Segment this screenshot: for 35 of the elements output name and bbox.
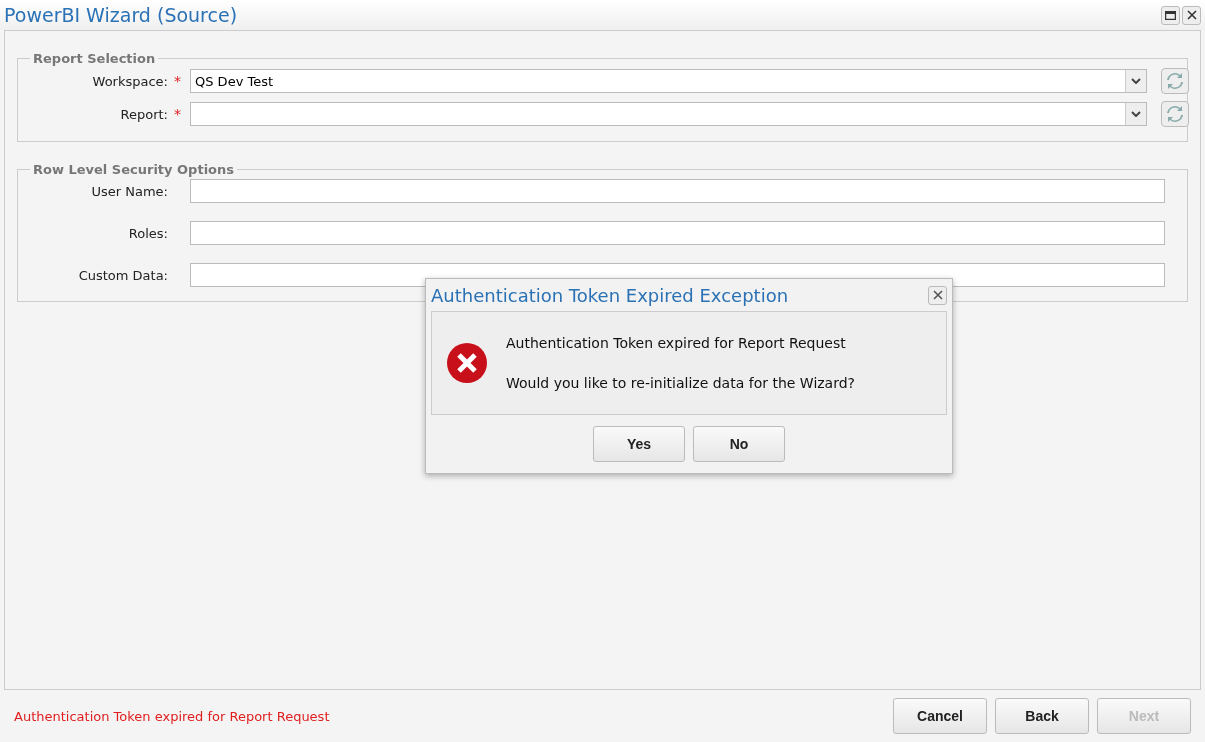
required-mark: *: [174, 73, 182, 89]
input-field[interactable]: [190, 221, 1165, 245]
field-label: Workspace:: [91, 73, 168, 89]
dropdown-field[interactable]: [190, 102, 1147, 126]
required-mark: *: [174, 106, 182, 122]
section-legend: Report Selection: [30, 51, 159, 66]
dialog-message: Would you like to re-initialize data for the Wizard?: [506, 375, 856, 391]
dialog-message: Authentication Token expired for Report Request: [506, 335, 847, 351]
dialog-button[interactable]: Yes: [593, 426, 685, 462]
close-button[interactable]: [1182, 5, 1201, 25]
maximize-button[interactable]: [1161, 5, 1180, 25]
field-label: User Name:: [90, 183, 168, 199]
refresh-button[interactable]: [1161, 68, 1189, 94]
error-icon: [446, 342, 488, 384]
field-label: Roles:: [127, 225, 168, 241]
close-icon: [932, 290, 943, 300]
dialog-title: Authentication Token Expired Exception: [431, 284, 789, 306]
field-label: Report:: [119, 106, 168, 122]
input-field[interactable]: [190, 179, 1165, 203]
window-title: PowerBI Wizard (Source): [4, 4, 238, 26]
wizard-button[interactable]: Cancel: [893, 698, 987, 734]
dialog-button[interactable]: No: [693, 426, 785, 462]
close-button[interactable]: [928, 285, 947, 305]
maximize-icon: [1165, 10, 1176, 20]
section-legend: Row Level Security Options: [30, 162, 238, 177]
dropdown-caret-icon: [1131, 111, 1141, 117]
wizard-button[interactable]: Back: [995, 698, 1089, 734]
field-label: Custom Data:: [77, 267, 168, 283]
dropdown-caret-icon: [1131, 78, 1141, 84]
status-message: Authentication Token expired for Report Request: [14, 708, 330, 724]
refresh-icon: [1166, 72, 1184, 90]
refresh-button[interactable]: [1161, 101, 1189, 127]
dropdown-field[interactable]: QS Dev Test: [190, 69, 1147, 93]
refresh-icon: [1166, 105, 1184, 123]
close-icon: [1186, 10, 1197, 20]
